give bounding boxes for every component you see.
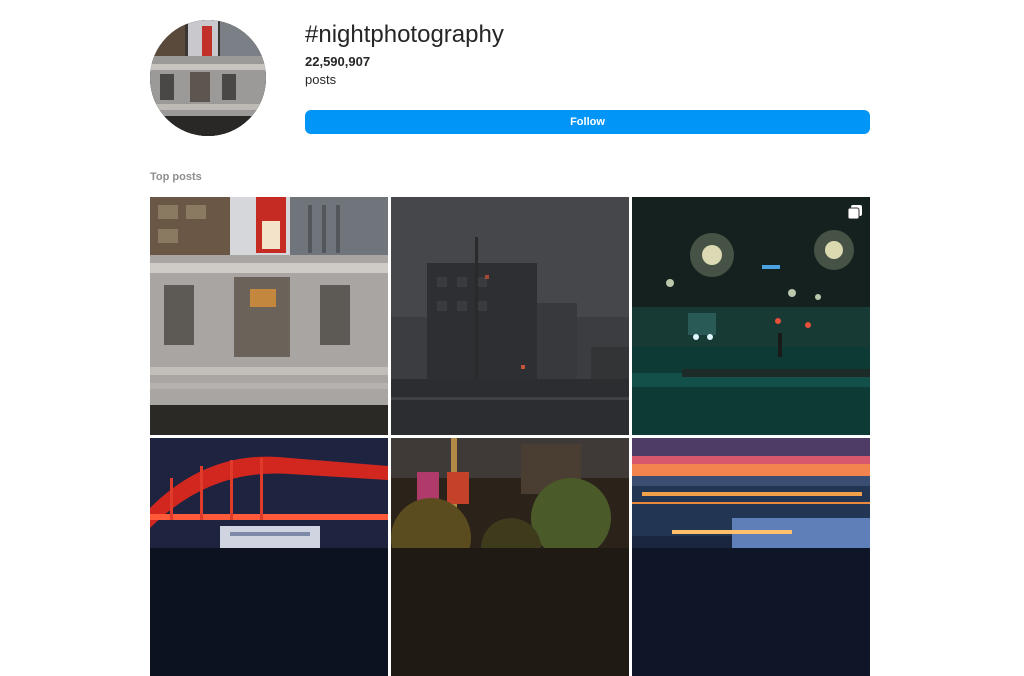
post-tile[interactable] xyxy=(150,197,388,435)
hashtag-title: #nightphotography xyxy=(305,21,504,48)
post-tile[interactable] xyxy=(391,438,629,676)
post-image xyxy=(150,438,388,676)
post-count: 22,590,907 xyxy=(305,54,371,69)
hashtag-avatar xyxy=(150,20,266,136)
post-tile[interactable] xyxy=(632,438,870,676)
avatar-train-image xyxy=(150,20,266,136)
multiple-images-icon xyxy=(848,205,862,219)
top-posts-label: Top posts xyxy=(150,171,202,183)
post-image xyxy=(150,197,388,435)
post-count-label: posts xyxy=(305,72,337,87)
follow-button[interactable]: Follow xyxy=(305,110,870,134)
post-tile[interactable] xyxy=(632,197,870,435)
post-image xyxy=(632,197,870,435)
post-tile[interactable] xyxy=(391,197,629,435)
top-posts-grid xyxy=(150,197,870,676)
post-image xyxy=(391,197,629,435)
post-tile[interactable] xyxy=(150,438,388,676)
hashtag-header: #nightphotography 22,590,907 posts Follo… xyxy=(150,20,870,140)
post-image xyxy=(632,438,870,676)
post-image xyxy=(391,438,629,676)
